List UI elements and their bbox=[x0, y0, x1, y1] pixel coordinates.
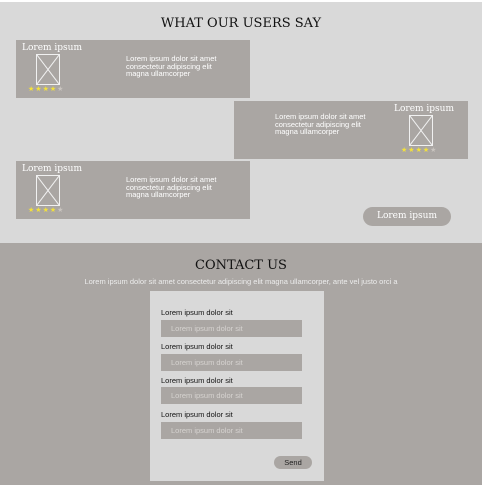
testimonial-quote: Lorem ipsum dolor sit amet consectetur a… bbox=[275, 112, 366, 136]
rating-stars: ★★★★★ bbox=[28, 86, 64, 94]
avatar-image-placeholder bbox=[36, 54, 60, 85]
star-icon: ★ bbox=[42, 207, 50, 214]
testimonial-author: Lorem ipsum bbox=[394, 104, 455, 114]
contact-input-4[interactable]: Lorem ipsum dolor sit bbox=[161, 422, 302, 439]
field-label: Lorem ipsum dolor sit bbox=[161, 342, 233, 351]
testimonials-title: WHAT OUR USERS SAY bbox=[160, 16, 322, 31]
contact-input-3[interactable]: Lorem ipsum dolor sit bbox=[161, 387, 302, 404]
testimonial-quote: Lorem ipsum dolor sit amet consectetur a… bbox=[126, 175, 217, 199]
send-button[interactable]: Send bbox=[274, 456, 312, 469]
testimonial-author: Lorem ipsum bbox=[22, 164, 83, 174]
star-icon: ★ bbox=[430, 147, 438, 154]
contact-input-1[interactable]: Lorem ipsum dolor sit bbox=[161, 320, 302, 337]
rating-stars: ★★★★★ bbox=[401, 147, 437, 155]
star-icon: ★ bbox=[415, 147, 423, 154]
testimonial-card: Lorem ipsum ★★★★★ Lorem ipsum dolor sit … bbox=[234, 101, 468, 159]
avatar-image-placeholder bbox=[36, 175, 60, 206]
testimonial-card: Lorem ipsum ★★★★★ Lorem ipsum dolor sit … bbox=[16, 161, 250, 219]
testimonial-card: Lorem ipsum ★★★★★ Lorem ipsum dolor sit … bbox=[16, 40, 250, 98]
star-icon: ★ bbox=[35, 207, 43, 214]
star-icon: ★ bbox=[57, 207, 65, 214]
contact-input-2[interactable]: Lorem ipsum dolor sit bbox=[161, 354, 302, 371]
rating-stars: ★★★★★ bbox=[28, 207, 64, 215]
testimonial-author: Lorem ipsum bbox=[22, 43, 83, 53]
field-label: Lorem ipsum dolor sit bbox=[161, 410, 233, 419]
star-icon: ★ bbox=[35, 86, 43, 93]
testimonials-button[interactable]: Lorem ipsum bbox=[363, 207, 451, 226]
contact-subtitle: Lorem ipsum dolor sit amet consectetur a… bbox=[84, 277, 398, 286]
contact-title: CONTACT US bbox=[195, 258, 287, 273]
field-label: Lorem ipsum dolor sit bbox=[161, 308, 233, 317]
contact-form: Lorem ipsum dolor sit Lorem ipsum dolor … bbox=[150, 291, 324, 481]
testimonials-section: WHAT OUR USERS SAY Lorem ipsum ★★★★★ Lor… bbox=[0, 2, 482, 243]
testimonial-quote: Lorem ipsum dolor sit amet consectetur a… bbox=[126, 54, 217, 78]
star-icon: ★ bbox=[42, 86, 50, 93]
avatar-image-placeholder bbox=[409, 115, 433, 146]
star-icon: ★ bbox=[57, 86, 65, 93]
field-label: Lorem ipsum dolor sit bbox=[161, 376, 233, 385]
star-icon: ★ bbox=[408, 147, 416, 154]
contact-section: CONTACT US Lorem ipsum dolor sit amet co… bbox=[0, 243, 482, 485]
